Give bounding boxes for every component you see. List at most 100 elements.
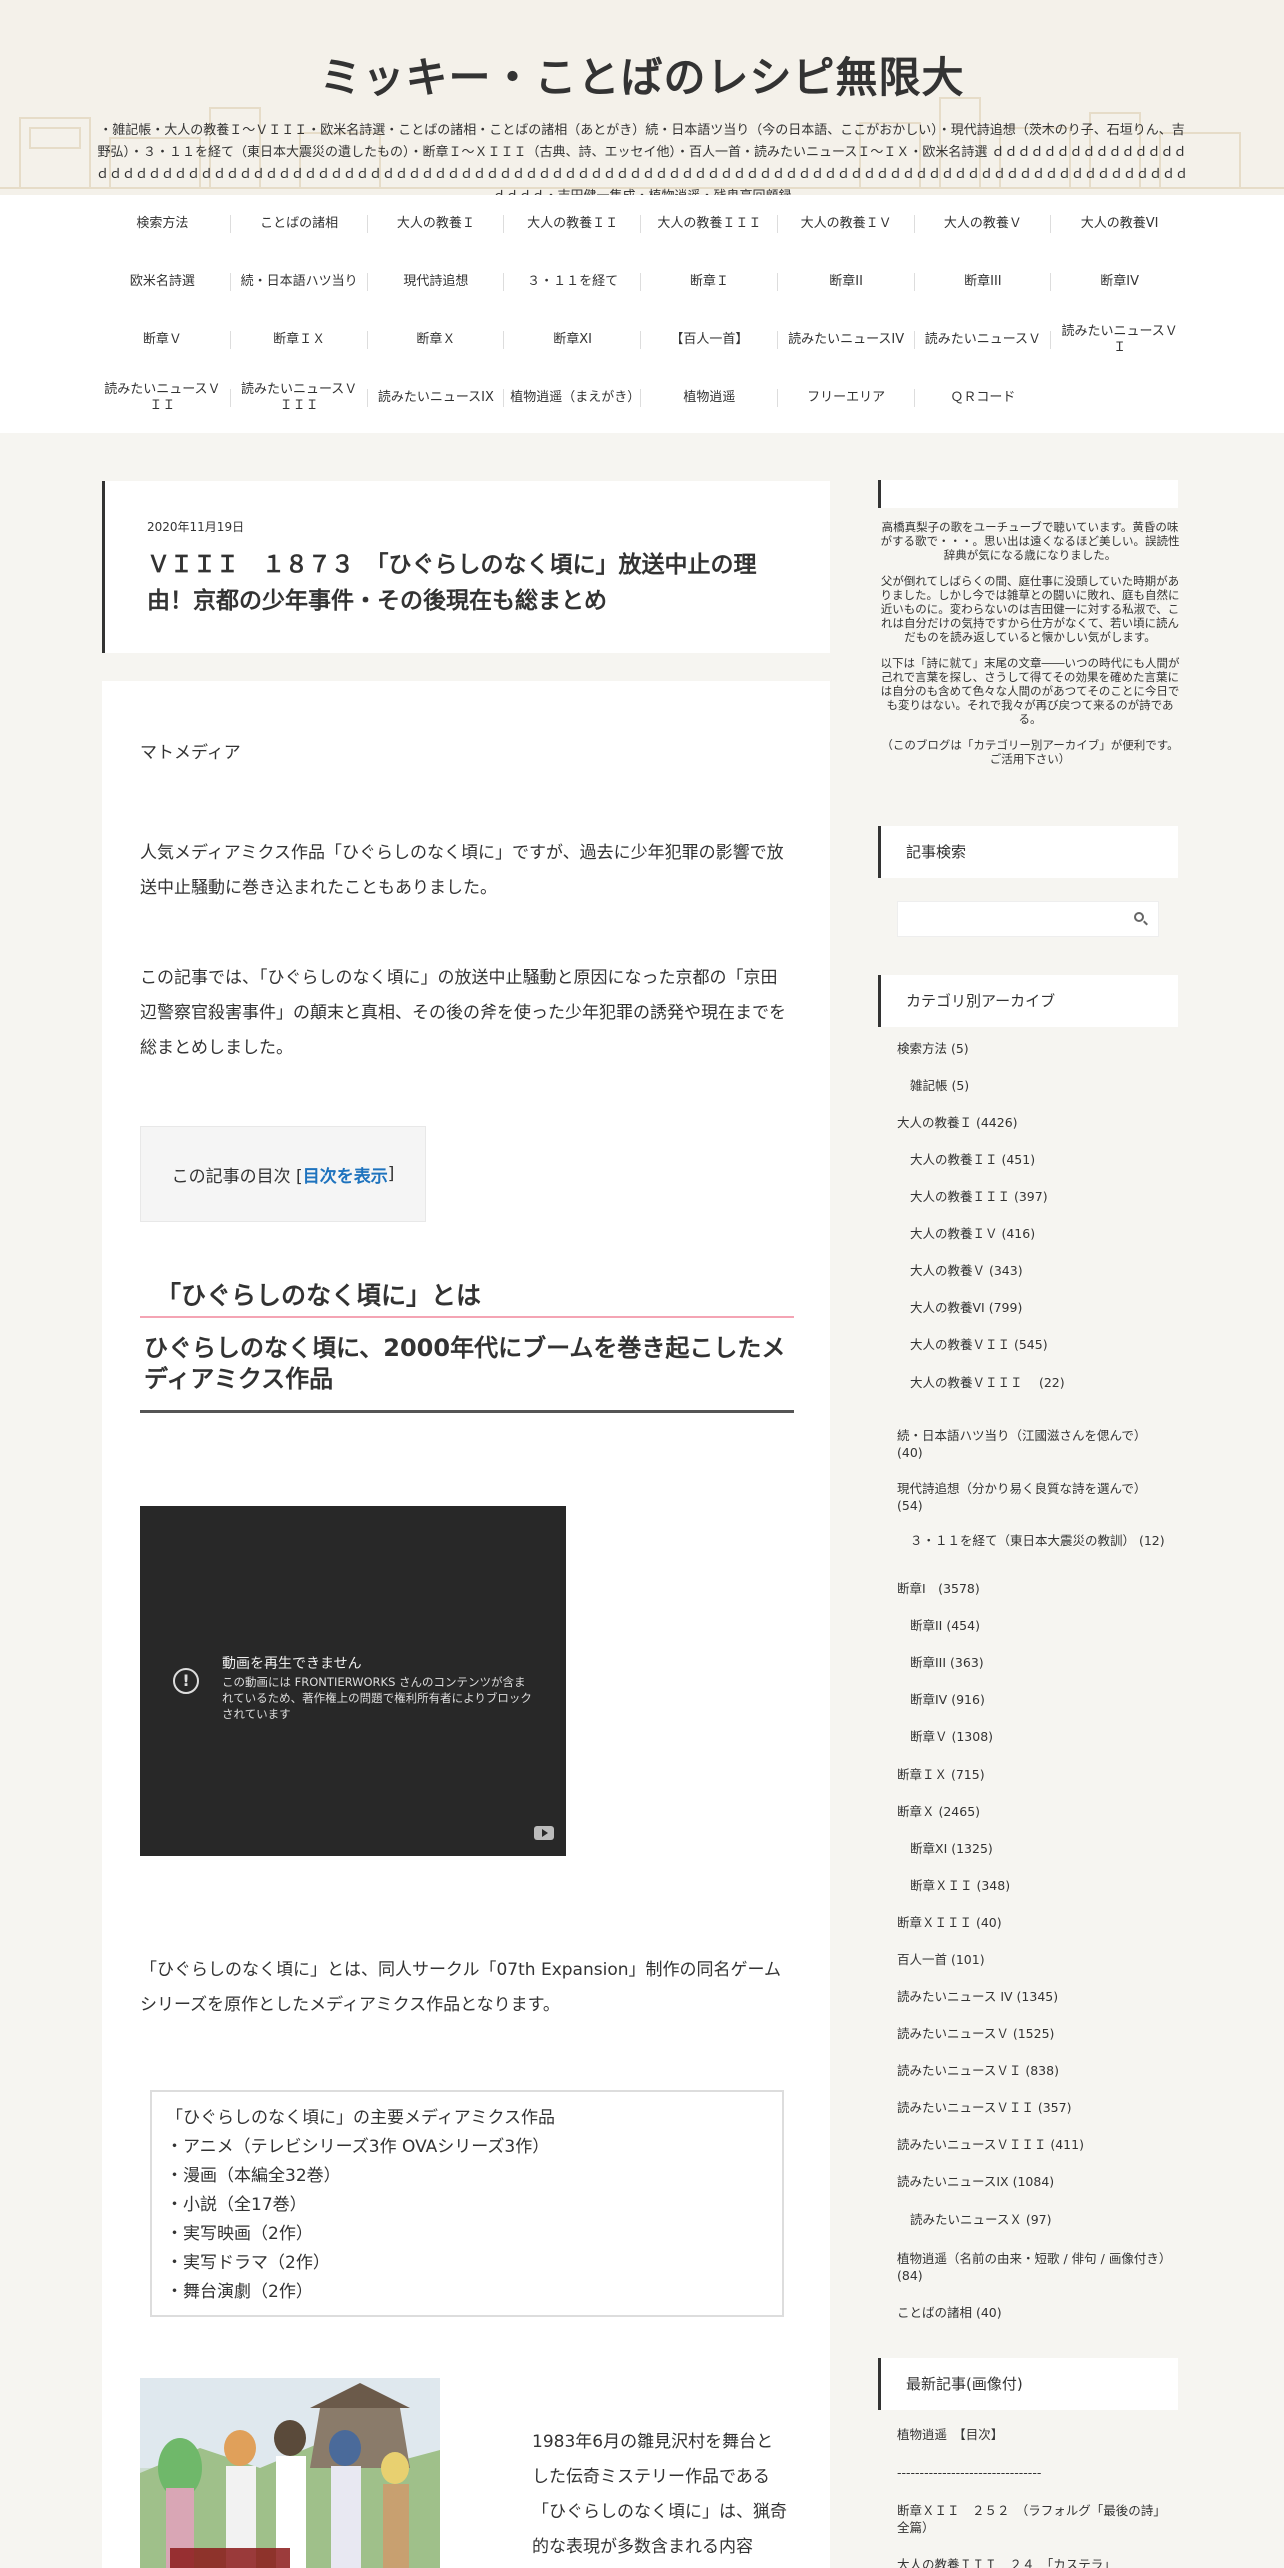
category-link[interactable]: 大人の教養Ｖ (343)	[910, 1262, 1167, 1279]
nav-item[interactable]: 読みたいニュースIV	[778, 311, 915, 369]
category-link[interactable]: 検索方法 (5)	[897, 1040, 1167, 1057]
nav-item[interactable]: 大人の教養VI	[1051, 195, 1188, 253]
category-link[interactable]: 大人の教養ＩＩＩ (397)	[910, 1188, 1167, 1205]
nav-item[interactable]: 断章II	[778, 253, 915, 311]
recent-posts-heading: 最新記事(画像付)	[878, 2358, 1178, 2410]
recent-post-link[interactable]: 植物逍遥 【目次】	[897, 2426, 1177, 2443]
nav-item[interactable]: 続・日本語ハツ当り	[231, 253, 368, 311]
category-link[interactable]: 断章IV (916)	[910, 1691, 1167, 1708]
site-header: ミッキー・ことばのレシピ無限大 ・雑記帳・大人の教養Ｉ～ＶＩＩＩ・欧米名詩選・こ…	[0, 0, 1284, 195]
nav-item[interactable]: 断章Ｘ	[368, 311, 505, 369]
nav-item[interactable]: 断章Ｖ	[94, 311, 231, 369]
nav-item[interactable]: 植物逍遥	[641, 369, 778, 427]
list-item: ・実写映画（2作）	[166, 2224, 313, 2244]
intro-paragraph: （このブログは「カテゴリー別アーカイブ」が便利です。ご活用下さい）	[881, 738, 1179, 766]
category-link[interactable]: 読みたいニュース IV (1345)	[897, 1988, 1167, 2005]
toc-prefix: この記事の目次 [	[171, 1166, 303, 1187]
nav-item[interactable]: 大人の教養Ｖ	[915, 195, 1052, 253]
category-link[interactable]: 大人の教養ＶＩＩＩ (22)	[910, 1374, 1167, 1391]
list-item: ・小説（全17巻）	[166, 2195, 307, 2215]
list-item: ・漫画（本編全32巻）	[166, 2166, 341, 2186]
error-icon: !	[173, 1668, 199, 1694]
category-link[interactable]: 続・日本語ハツ当り（江國滋さんを偲んで） (40)	[897, 1427, 1167, 1461]
nav-item[interactable]: ３・１１を経て	[504, 253, 641, 311]
category-link[interactable]: 百人一首 (101)	[897, 1951, 1167, 1968]
list-item: ・実写ドラマ（2作）	[166, 2253, 330, 2273]
search-heading: 記事検索	[878, 826, 1178, 878]
nav-item[interactable]: 断章Ｉ	[641, 253, 778, 311]
nav-item[interactable]: 断章III	[915, 253, 1052, 311]
category-link[interactable]: 読みたいニュースIX (1084)	[897, 2173, 1167, 2190]
category-link[interactable]: 大人の教養ＶＩＩ (545)	[910, 1336, 1167, 1353]
site-title[interactable]: ミッキー・ことばのレシピ無限大	[0, 44, 1284, 105]
category-link[interactable]: 大人の教養ＩＩ (451)	[910, 1151, 1167, 1168]
global-nav: 検索方法 ことばの諸相 大人の教養Ｉ 大人の教養ＩＩ 大人の教養ＩＩＩ 大人の教養ＩＶ 大人…	[0, 195, 1284, 433]
category-link[interactable]: 断章ＸＩＩＩ (40)	[897, 1914, 1167, 1931]
nav-row-1: 検索方法 ことばの諸相 大人の教養Ｉ 大人の教養ＩＩ 大人の教養ＩＩＩ 大人の教養ＩＶ 大人…	[94, 195, 1188, 253]
category-link[interactable]: ３・１１を経て（東日本大震災の教訓） (12)	[910, 1532, 1167, 1549]
nav-item[interactable]: 読みたいニュースＶＩＩ	[94, 369, 231, 427]
nav-item[interactable]: ＱＲコード	[915, 369, 1052, 427]
category-link[interactable]: ことばの諸相 (40)	[897, 2304, 1167, 2321]
category-link[interactable]: 断章Ｘ (2465)	[897, 1803, 1167, 1820]
search-icon[interactable]	[1134, 912, 1144, 922]
nav-item[interactable]: 大人の教養ＩＩ	[504, 195, 641, 253]
category-link[interactable]: 読みたいニュースＶＩＩＩ (411)	[897, 2136, 1167, 2153]
nav-item[interactable]: 読みたいニュースIX	[368, 369, 505, 427]
category-link[interactable]: 大人の教養VI (799)	[910, 1299, 1167, 1316]
embedded-video-player[interactable]: ! 動画を再生できません この動画には FRONTIERWORKS さんのコンテ…	[140, 1506, 566, 1856]
nav-item[interactable]: 断章XI	[504, 311, 641, 369]
recent-post-link[interactable]: 断章ＸＩＩ ２５２ （ラフォルグ「最後の詩」全篇）	[897, 2502, 1177, 2536]
video-error-title: 動画を再生できません	[222, 1656, 362, 1672]
recent-divider: --------------------------------	[897, 2465, 1042, 2480]
category-link[interactable]: 断章XI (1325)	[910, 1840, 1167, 1857]
post-title: ＶＩＩＩ １８７３ 「ひぐらしのなく頃に」放送中止の理由！京都の少年事件・その後…	[147, 552, 757, 614]
nav-item[interactable]: 検索方法	[94, 195, 231, 253]
nav-item[interactable]: ことばの諸相	[231, 195, 368, 253]
youtube-logo-icon[interactable]	[534, 1826, 554, 1840]
anime-cover-image	[140, 2378, 440, 2568]
category-link[interactable]: 植物逍遥（名前の由来・短歌 / 俳句 / 画像付き） (84)	[897, 2250, 1178, 2284]
article-paragraph: 「ひぐらしのなく頃に」とは、同人サークル「07th Expansion」制作の同…	[140, 1960, 781, 2015]
category-link[interactable]: 断章I (3578)	[897, 1580, 1167, 1597]
nav-item[interactable]: 植物逍遥（まえがき）	[504, 369, 641, 427]
toc-toggle-link[interactable]: 目次を表示	[303, 1162, 388, 1187]
category-link[interactable]: 断章ＸＩＩ (348)	[910, 1877, 1167, 1894]
list-item: ・アニメ（テレビシリーズ3作 OVAシリーズ3作）	[166, 2137, 550, 2157]
article-source: マトメディア	[140, 743, 241, 763]
category-link[interactable]: 断章Ｖ (1308)	[910, 1728, 1167, 1745]
category-link[interactable]: 読みたいニュースＸ (97)	[910, 2211, 1167, 2228]
nav-item[interactable]: 大人の教養ＩＶ	[778, 195, 915, 253]
article-body: マトメディア 人気メディアミクス作品「ひぐらしのなく頃に」ですが、過去に少年犯罪…	[102, 681, 830, 2568]
category-link[interactable]: 断章ＩＸ (715)	[897, 1766, 1167, 1783]
nav-item[interactable]: 読みたいニュースＶＩ	[1051, 311, 1188, 369]
article-header: 2020年11月19日 ＶＩＩＩ １８７３ 「ひぐらしのなく頃に」放送中止の理由…	[102, 481, 830, 653]
nav-item[interactable]: 大人の教養Ｉ	[368, 195, 505, 253]
category-link[interactable]: 雑記帳 (5)	[910, 1077, 1167, 1094]
nav-item[interactable]: 【百人一首】	[641, 311, 778, 369]
search-input[interactable]	[897, 901, 1159, 937]
recent-post-link[interactable]: 大人の教養ＩＩＩ ２４ 「カステラ」	[897, 2556, 1177, 2568]
media-mix-list-box: 「ひぐらしのなく頃に」の主要メディアミクス作品 ・アニメ（テレビシリーズ3作 O…	[150, 2090, 784, 2317]
category-link[interactable]: 読みたいニュースＶＩＩ (357)	[897, 2099, 1167, 2116]
category-link[interactable]: 現代詩追想（分かり易く良質な詩を選んで） (54)	[897, 1480, 1167, 1514]
nav-row-2: 欧米名詩選 続・日本語ハツ当り 現代詩追想 ３・１１を経て 断章Ｉ 断章II 断章III 断章…	[94, 253, 1188, 311]
nav-item[interactable]: 大人の教養ＩＩＩ	[641, 195, 778, 253]
category-link[interactable]: 大人の教養Ｉ (4426)	[897, 1114, 1167, 1131]
intro-paragraph: 父が倒れてしばらくの間、庭仕事に没頭していた時期がありました。しかし今では雑草と…	[880, 574, 1180, 644]
category-link[interactable]: 断章II (454)	[910, 1617, 1167, 1634]
nav-item[interactable]: 断章ＩＸ	[231, 311, 368, 369]
intro-paragraph: 以下は「詩に就て」末尾の文章――いつの時代にも人間が己れで言葉を探し、さうして得…	[880, 656, 1180, 726]
nav-item[interactable]: 欧米名詩選	[94, 253, 231, 311]
category-link[interactable]: 読みたいニュースＶＩ (838)	[897, 2062, 1167, 2079]
nav-item[interactable]: フリーエリア	[778, 369, 915, 427]
nav-item[interactable]: 現代詩追想	[368, 253, 505, 311]
nav-item[interactable]: 読みたいニュースＶ	[915, 311, 1052, 369]
nav-item[interactable]: 読みたいニュースＶＩＩＩ	[231, 369, 368, 427]
category-link[interactable]: 断章III (363)	[910, 1654, 1167, 1671]
table-of-contents: この記事の目次 [目次を表示]	[140, 1126, 426, 1222]
category-link[interactable]: 大人の教養ＩＶ (416)	[910, 1225, 1167, 1242]
nav-item[interactable]: 断章IV	[1051, 253, 1188, 311]
article-paragraph: 人気メディアミクス作品「ひぐらしのなく頃に」ですが、過去に少年犯罪の影響で放送中…	[140, 843, 784, 898]
category-link[interactable]: 読みたいニュースＶ (1525)	[897, 2025, 1167, 2042]
